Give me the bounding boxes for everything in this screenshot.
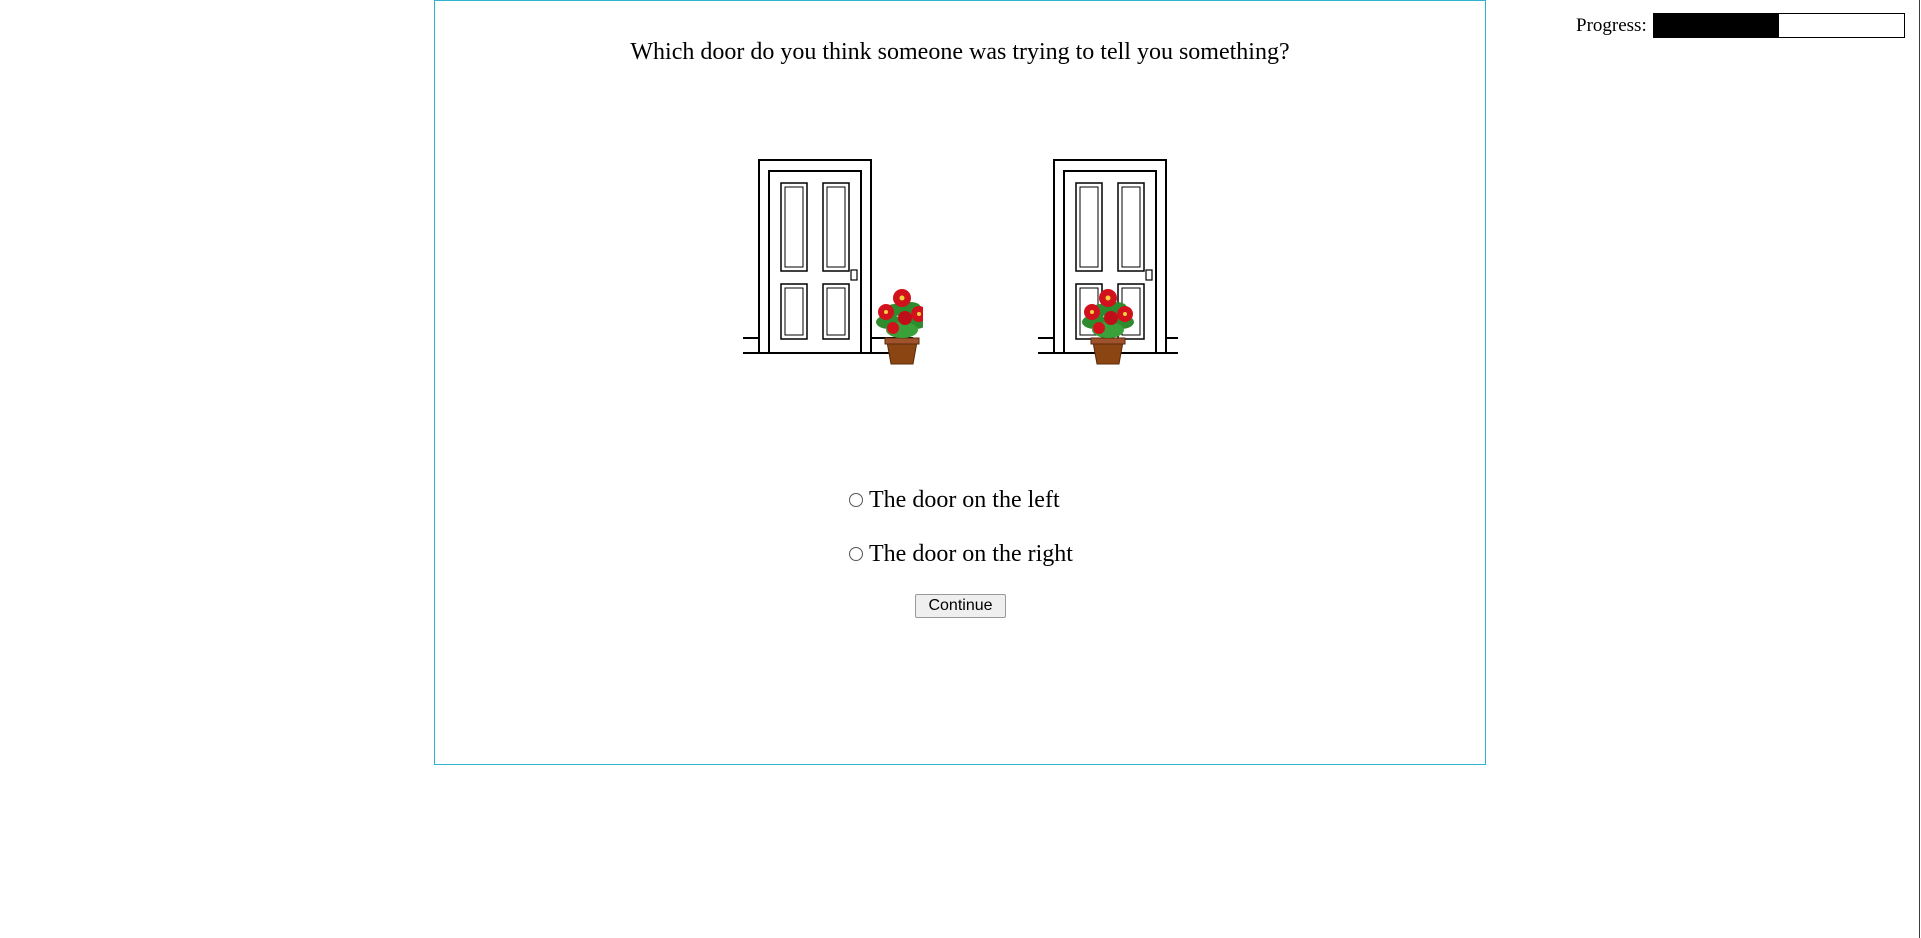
option-right-door-label[interactable]: The door on the right xyxy=(869,541,1073,568)
left-door-image xyxy=(743,159,923,365)
continue-button[interactable]: Continue xyxy=(915,594,1006,618)
option-right-door[interactable]: The door on the right xyxy=(847,539,1073,569)
question-text: Which door do you think someone was tryi… xyxy=(630,39,1290,65)
question-panel: Which door do you think someone was tryi… xyxy=(434,0,1486,765)
option-left-door-label[interactable]: The door on the left xyxy=(869,487,1060,514)
option-left-door[interactable]: The door on the left xyxy=(847,485,1073,515)
right-door-image xyxy=(1038,159,1178,365)
door-scene xyxy=(435,156,1485,366)
progress-indicator: Progress: xyxy=(1576,13,1905,38)
progress-label: Progress: xyxy=(1576,14,1647,36)
page-edge-divider xyxy=(1919,0,1920,938)
progress-fill xyxy=(1653,14,1779,37)
radio-right-door[interactable] xyxy=(849,547,863,561)
progress-bar xyxy=(1652,13,1905,38)
answer-options: The door on the left The door on the rig… xyxy=(847,485,1073,593)
radio-left-door[interactable] xyxy=(849,493,863,507)
